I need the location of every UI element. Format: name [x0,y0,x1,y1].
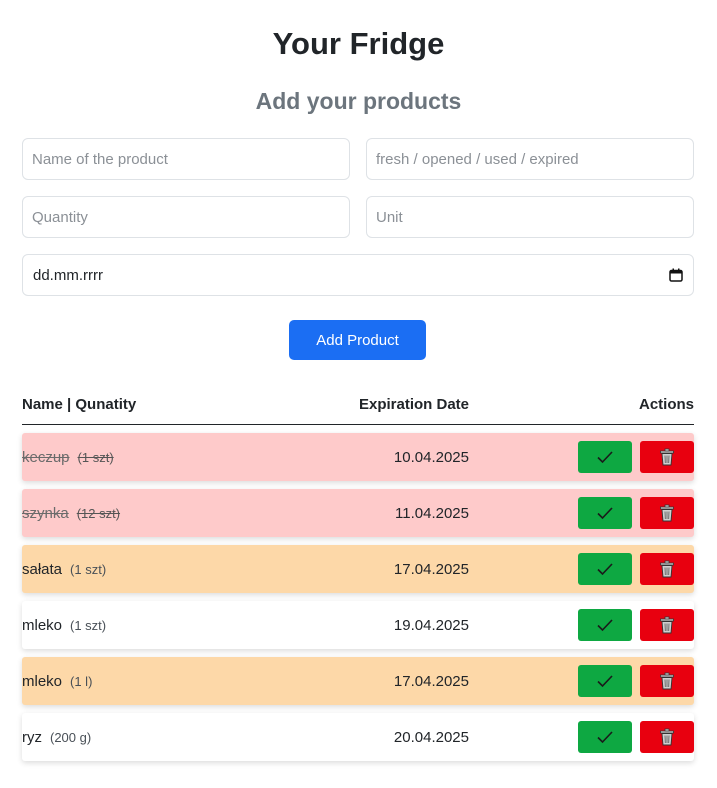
delete-button[interactable] [640,441,694,473]
trash-icon [660,560,674,578]
product-name: ryz [22,728,42,746]
table-header: Name | Qunatity Expiration Date Actions [22,388,694,425]
product-name-cell: szynka (12 szt) [22,489,120,537]
expiration-date: 11.04.2025 [395,504,469,522]
product-status-input[interactable] [366,138,694,180]
product-quantity: (1 szt) [70,617,107,633]
quantity-input[interactable] [22,196,350,238]
product-quantity: (1 l) [70,673,93,689]
product-list: keczup (1 szt) 10.04.2025 szynka (12 szt… [22,433,694,769]
delete-button[interactable] [640,553,694,585]
product-name-cell: ryz (200 g) [22,713,91,761]
expiration-date: 19.04.2025 [393,616,469,634]
page-title: Your Fridge [272,26,445,61]
table-row: ryz (200 g) 20.04.2025 [22,713,694,761]
delete-button[interactable] [640,721,694,753]
calendar-icon[interactable] [669,268,683,282]
mark-used-button[interactable] [578,665,632,697]
check-icon [597,731,613,744]
column-header-name: Name | Qunatity [22,396,137,413]
product-quantity: (200 g) [50,729,92,745]
check-icon [597,619,613,632]
table-row: keczup (1 szt) 10.04.2025 [22,433,694,481]
check-icon [597,675,613,688]
check-icon [597,563,613,576]
expiration-date: 17.04.2025 [393,560,469,578]
column-header-date: Expiration Date [358,396,469,413]
product-name: mleko [22,672,63,690]
product-name-cell: keczup (1 szt) [22,433,114,481]
trash-icon [660,728,674,746]
product-name-input[interactable] [22,138,350,180]
mark-used-button[interactable] [578,553,632,585]
trash-icon [660,504,674,522]
delete-button[interactable] [640,497,694,529]
expiration-date: 17.04.2025 [393,672,469,690]
delete-button[interactable] [640,609,694,641]
product-name-cell: sałata (1 szt) [22,545,106,593]
date-input-value: dd.mm.rrrr [33,266,103,284]
product-name-cell: mleko (1 szt) [22,601,106,649]
product-name: keczup [22,448,70,466]
expiration-date: 10.04.2025 [393,448,469,466]
trash-icon [660,616,674,634]
mark-used-button[interactable] [578,441,632,473]
mark-used-button[interactable] [578,609,632,641]
product-quantity: (12 szt) [76,505,121,521]
page-subtitle: Add your products [255,88,462,114]
delete-button[interactable] [640,665,694,697]
trash-icon [660,448,674,466]
mark-used-button[interactable] [578,497,632,529]
table-row: mleko (1 l) 17.04.2025 [22,657,694,705]
check-icon [597,507,613,520]
product-name: szynka [22,504,69,522]
product-quantity: (1 szt) [70,561,107,577]
add-product-button[interactable]: Add Product [289,320,426,360]
product-quantity: (1 szt) [77,449,114,465]
trash-icon [660,672,674,690]
check-icon [597,451,613,464]
expiration-date-input[interactable]: dd.mm.rrrr [22,254,694,296]
unit-input[interactable] [366,196,694,238]
table-row: mleko (1 szt) 19.04.2025 [22,601,694,649]
product-name: sałata [22,560,63,578]
column-header-actions: Actions [638,396,694,413]
table-row: sałata (1 szt) 17.04.2025 [22,545,694,593]
product-name: mleko [22,616,63,634]
mark-used-button[interactable] [578,721,632,753]
expiration-date: 20.04.2025 [393,728,469,746]
table-row: szynka (12 szt) 11.04.2025 [22,489,694,537]
product-name-cell: mleko (1 l) [22,657,92,705]
